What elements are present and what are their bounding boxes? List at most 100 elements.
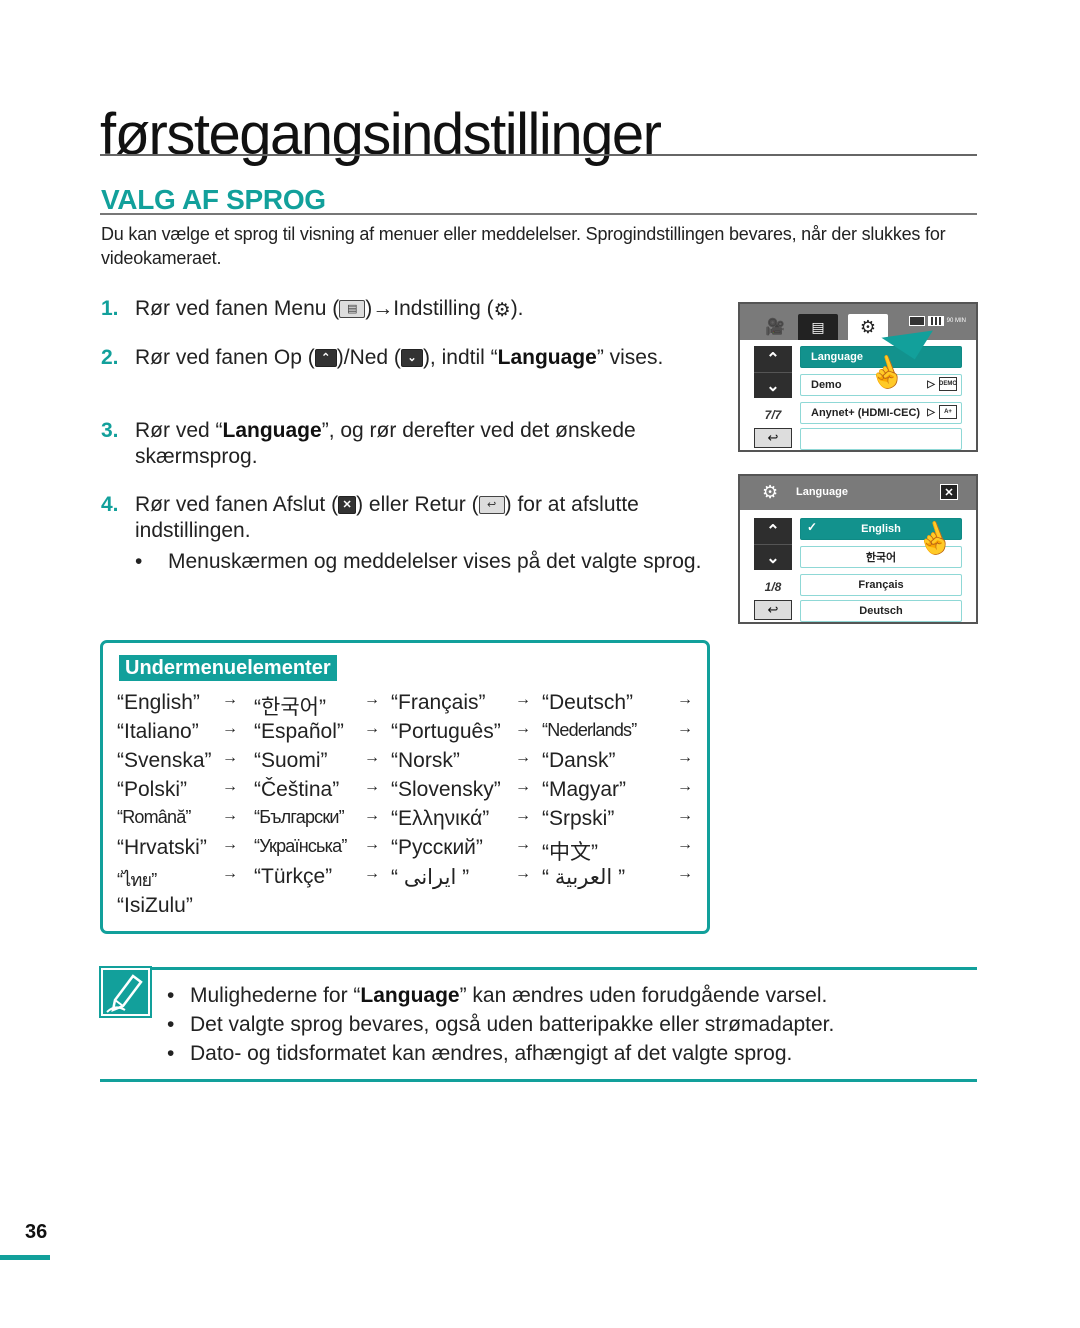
item-label: Anynet+ (HDMI-CEC) bbox=[811, 407, 921, 419]
note-bold: Language bbox=[360, 984, 460, 1007]
menu-item-anynet[interactable]: Anynet+ (HDMI-CEC) ▷ A+ bbox=[800, 402, 962, 424]
arrow-right-icon: → bbox=[677, 691, 693, 708]
up-icon: ⌃ bbox=[314, 349, 337, 367]
language-option: “Български” bbox=[254, 807, 345, 827]
language-option: “Norsk” bbox=[391, 749, 460, 772]
item-label: English bbox=[861, 523, 901, 535]
step-text: ” vises. bbox=[596, 346, 664, 369]
language-option: “Português” bbox=[391, 720, 501, 743]
card-icon bbox=[908, 316, 925, 326]
language-option: “English” bbox=[117, 691, 200, 714]
gear-icon: ⚙ bbox=[762, 482, 779, 502]
arrow-right-icon: → bbox=[222, 749, 238, 766]
language-option: “Română” bbox=[117, 807, 191, 827]
arrow-right-icon: → bbox=[364, 836, 380, 853]
return-button[interactable]: ↩ bbox=[754, 600, 792, 620]
gear-icon: ⚙ bbox=[493, 300, 511, 321]
arrow-right-icon: → bbox=[515, 749, 531, 766]
menu-tab-icon[interactable]: ▤ bbox=[798, 314, 838, 340]
note-text: Dato- og tidsformatet kan ændres, afhæng… bbox=[190, 1042, 793, 1065]
language-option: “한국어” bbox=[254, 696, 326, 719]
item-trail: ▷ A+ bbox=[927, 405, 957, 419]
menu-item-empty[interactable] bbox=[800, 428, 962, 450]
language-option: “Dansk” bbox=[542, 749, 616, 772]
submenu-items-box: Undermenuelementer “English” → “한국어” → “Fran… bbox=[100, 640, 710, 934]
language-row: “Română” → “Български” → “Ελληνικά” → “Srpski”… bbox=[117, 807, 697, 836]
language-option-german[interactable]: Deutsch bbox=[800, 600, 962, 622]
step-bold: Language bbox=[497, 346, 597, 369]
note-text: Mulighederne for “ bbox=[190, 984, 361, 1007]
step-text: Rør ved fanen Menu ( bbox=[135, 297, 340, 320]
language-row: “Italiano” → “Español” → “Português” → “Nederl… bbox=[117, 720, 697, 749]
arrow-right-icon: → bbox=[364, 865, 380, 882]
arrow-right-icon: → bbox=[222, 720, 238, 737]
play-icon: ▷ bbox=[927, 378, 935, 390]
note-divider-bottom bbox=[100, 1079, 977, 1082]
page-number: 36 bbox=[25, 1221, 48, 1243]
screen-title: Language bbox=[796, 486, 848, 498]
return-button[interactable]: ↩ bbox=[754, 428, 792, 448]
battery-icon bbox=[927, 316, 944, 326]
arrow-right-icon: → bbox=[515, 865, 531, 882]
language-option: “IsiZulu” bbox=[117, 894, 193, 917]
step-3: 3. Rør ved “Language”, og rør derefter v… bbox=[101, 418, 711, 470]
down-button[interactable]: ⌄ bbox=[754, 372, 792, 398]
step-text: ). bbox=[510, 297, 524, 320]
up-button[interactable]: ⌃ bbox=[754, 346, 792, 372]
step-text: )/Ned ( bbox=[336, 346, 401, 369]
item-label: Language bbox=[811, 351, 863, 363]
arrow-right-icon: → bbox=[677, 865, 693, 882]
language-option: “中文” bbox=[542, 841, 598, 864]
item-label: Demo bbox=[811, 379, 842, 391]
settings-tab-icon[interactable]: ⚙ bbox=[848, 314, 888, 340]
down-icon: ⌄ bbox=[400, 349, 423, 367]
arrow-right-icon: → bbox=[677, 749, 693, 766]
language-option: “Polski” bbox=[117, 778, 188, 801]
arrow-right-icon: → bbox=[364, 691, 380, 708]
step-text: Rør ved fanen Afslut ( bbox=[135, 493, 339, 516]
bullet-dot: • bbox=[135, 550, 143, 573]
submenu-label: Undermenuelementer bbox=[119, 655, 337, 681]
language-option: “Čeština” bbox=[254, 778, 340, 801]
screen-header: ⚙ Language ✕ bbox=[740, 476, 976, 510]
arrow-right-icon: → bbox=[677, 807, 693, 824]
language-row: “Svenska” → “Suomi” → “Norsk” → “Dansk” → bbox=[117, 749, 697, 778]
step-bold: Language bbox=[222, 419, 322, 442]
language-option: “ไทย” bbox=[117, 870, 157, 890]
sub-bullet: • Menuskærmen og meddelelser vises på de… bbox=[135, 548, 711, 575]
step-text: Rør ved “ bbox=[135, 419, 223, 442]
language-row: “ไทย” → “Türkçe” → “ ایرانی ” → “ العربية ” → bbox=[117, 865, 697, 894]
arrow-right-icon: → bbox=[364, 778, 380, 795]
note-item: • Dato- og tidsformatet kan ændres, afhæn… bbox=[167, 1039, 834, 1068]
section-title: VALG AF SPROG bbox=[101, 184, 326, 215]
bullet-dot: • bbox=[167, 1042, 175, 1065]
screenshot-settings-menu: 🎥 ▤ ⚙ 90 MIN ⌃ ⌄ 7/7 ↩ Language Demo ▷ DE… bbox=[738, 302, 978, 452]
language-row: “Hrvatski” → “Українська” → “Русский” → “中文” → bbox=[117, 836, 697, 865]
return-icon: ↩ bbox=[478, 496, 505, 514]
menu-icon: ▤ bbox=[339, 300, 366, 318]
language-option: “Italiano” bbox=[117, 720, 199, 743]
language-option: “ العربية ” bbox=[542, 866, 626, 889]
language-option: “Slovensky” bbox=[391, 778, 501, 801]
notes-list: • Mulighederne for “Language” kan ændres … bbox=[167, 981, 834, 1068]
language-option-french[interactable]: Français bbox=[800, 574, 962, 596]
arrow-right-icon: → bbox=[515, 691, 531, 708]
language-option: “ ایرانی ” bbox=[391, 866, 470, 889]
bullet-dot: • bbox=[167, 1013, 175, 1036]
down-button[interactable]: ⌄ bbox=[754, 544, 792, 570]
arrow-right-icon: → bbox=[222, 807, 238, 824]
item-trail: ▷ DEMO bbox=[927, 377, 957, 391]
note-pencil-icon bbox=[99, 966, 152, 1018]
language-option: “Türkçe” bbox=[254, 865, 333, 888]
camera-icon[interactable]: 🎥 bbox=[758, 314, 792, 340]
close-button[interactable]: ✕ bbox=[940, 484, 958, 500]
arrow-right-icon: → bbox=[515, 807, 531, 824]
arrow-right-icon: → bbox=[677, 720, 693, 737]
anynet-icon: A+ bbox=[939, 405, 957, 419]
language-option: “Українська” bbox=[254, 836, 347, 856]
step-number: 2. bbox=[101, 346, 119, 369]
language-option: “Русский” bbox=[391, 836, 483, 859]
language-option: “Français” bbox=[391, 691, 486, 714]
arrow-right-icon: → bbox=[222, 865, 238, 882]
up-button[interactable]: ⌃ bbox=[754, 518, 792, 544]
